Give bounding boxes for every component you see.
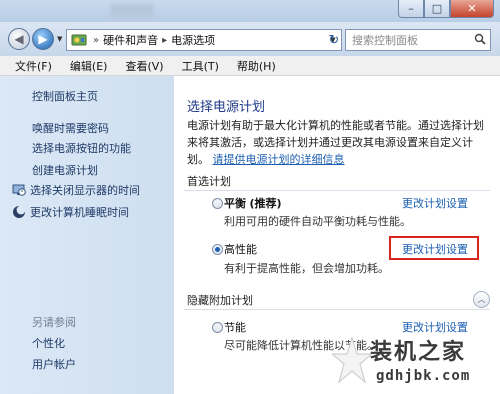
sidebar-item-label: 创建电源计划 bbox=[32, 164, 98, 177]
menu-file[interactable]: 文件(F) bbox=[6, 58, 61, 74]
change-plan-settings-balanced[interactable]: 更改计划设置 bbox=[402, 195, 468, 211]
monitor-clock-icon bbox=[12, 183, 26, 197]
watermark-title: 装机之家 bbox=[370, 340, 467, 365]
star-logo-icon bbox=[332, 336, 372, 384]
sidebar-item-create-plan[interactable]: 创建电源计划 bbox=[32, 162, 98, 178]
breadcrumb-hardware-sound[interactable]: 硬件和声音 bbox=[103, 32, 158, 48]
sidebar-item-label: 选择关闭显示器的时间 bbox=[30, 184, 140, 197]
menu-edit[interactable]: 编辑(E) bbox=[61, 58, 117, 74]
sidebar-item-label: 更改计算机睡眠时间 bbox=[30, 206, 129, 219]
recent-pages-dropdown[interactable]: ▼ bbox=[57, 35, 62, 43]
sidebar-item-personalization[interactable]: 个性化 bbox=[32, 335, 65, 351]
watermark-url: gdhjbk.com bbox=[376, 368, 471, 384]
radio-balanced[interactable] bbox=[212, 198, 223, 209]
menu-view[interactable]: 查看(V) bbox=[116, 58, 172, 74]
control-panel-icon bbox=[69, 30, 89, 50]
plan-high-performance-name: 高性能 bbox=[224, 243, 257, 256]
breadcrumb-arrow-icon: ▸ bbox=[162, 34, 168, 46]
breadcrumb-power-options[interactable]: 电源选项 bbox=[171, 32, 215, 48]
sidebar-item-label: 个性化 bbox=[32, 337, 65, 350]
radio-high-performance[interactable] bbox=[212, 244, 223, 255]
navigation-bar: ◀ ▶ ▼ » 硬件和声音 ▸ 电源选项 ▼ ↻ 搜索控制面板 bbox=[0, 22, 500, 56]
sidebar-item-wakeup-password[interactable]: 唤醒时需要密码 bbox=[32, 120, 109, 136]
back-button[interactable]: ◀ bbox=[8, 28, 30, 50]
search-icon[interactable] bbox=[470, 33, 490, 48]
plan-power-saver-name: 节能 bbox=[224, 321, 246, 334]
highlight-box bbox=[389, 236, 479, 260]
sidebar: 控制面板主页 唤醒时需要密码 选择电源按钮的功能 创建电源计划 选择关闭显示器的… bbox=[0, 76, 174, 394]
preferred-plans-label: 首选计划 bbox=[187, 175, 231, 188]
sidebar-item-label: 唤醒时需要密码 bbox=[32, 122, 109, 135]
sidebar-item-label: 选择电源按钮的功能 bbox=[32, 142, 131, 155]
radio-power-saver[interactable] bbox=[212, 322, 223, 333]
chevron-up-icon[interactable]: ︿ bbox=[473, 291, 490, 308]
sidebar-item-sleep-time[interactable]: 更改计算机睡眠时间 bbox=[12, 204, 129, 220]
menu-help[interactable]: 帮助(H) bbox=[228, 58, 285, 74]
sidebar-home-label: 控制面板主页 bbox=[32, 90, 98, 103]
close-button[interactable]: ✕ bbox=[450, 0, 494, 18]
forward-button[interactable]: ▶ bbox=[32, 28, 54, 50]
plan-recommended-tag: (推荐) bbox=[249, 197, 282, 210]
maximize-button[interactable]: □ bbox=[424, 0, 450, 18]
sidebar-item-power-button[interactable]: 选择电源按钮的功能 bbox=[32, 140, 131, 156]
watermark: 装机之家 gdhjbk.com bbox=[326, 328, 500, 394]
menu-bar: 文件(F) 编辑(E) 查看(V) 工具(T) 帮助(H) bbox=[0, 56, 500, 76]
preferred-plans-header: 首选计划 bbox=[184, 171, 490, 191]
breadcrumb-separator: » bbox=[93, 34, 100, 46]
title-bar: – □ ✕ bbox=[0, 0, 500, 22]
search-input[interactable]: 搜索控制面板 bbox=[345, 29, 491, 51]
sidebar-item-label: 用户帐户 bbox=[32, 358, 76, 371]
blurred-title bbox=[110, 4, 154, 17]
address-bar[interactable]: » 硬件和声音 ▸ 电源选项 ▼ bbox=[66, 29, 342, 51]
plan-balanced-name: 平衡 (推荐) bbox=[224, 195, 282, 211]
hidden-plans-header: 隐藏附加计划 ︿ bbox=[184, 290, 490, 310]
plan-name-text: 平衡 bbox=[224, 197, 246, 210]
menu-tools[interactable]: 工具(T) bbox=[173, 58, 228, 74]
see-also-heading: 另请参阅 bbox=[32, 316, 76, 329]
sidebar-item-display-off[interactable]: 选择关闭显示器的时间 bbox=[12, 182, 140, 198]
minimize-button[interactable]: – bbox=[398, 0, 424, 18]
hidden-plans-label: 隐藏附加计划 bbox=[187, 294, 253, 307]
learn-more-link[interactable]: 请提供电源计划的详细信息 bbox=[213, 153, 345, 166]
window-controls: – □ ✕ bbox=[398, 0, 494, 18]
sidebar-item-user-accounts[interactable]: 用户帐户 bbox=[32, 356, 76, 372]
page-description: 电源计划有助于最大化计算机的性能或者节能。通过选择计划来将其激活，或选择计划并通… bbox=[187, 117, 491, 168]
plan-balanced-desc: 利用可用的硬件自动平衡功耗与性能。 bbox=[224, 215, 411, 228]
search-placeholder: 搜索控制面板 bbox=[352, 34, 418, 47]
refresh-icon[interactable]: ↻ bbox=[324, 29, 344, 51]
page-title: 选择电源计划 bbox=[187, 100, 266, 115]
sidebar-home-link[interactable]: 控制面板主页 bbox=[32, 88, 98, 104]
plan-high-performance-desc: 有利于提高性能，但会增加功耗。 bbox=[224, 262, 389, 275]
moon-icon bbox=[12, 205, 26, 219]
